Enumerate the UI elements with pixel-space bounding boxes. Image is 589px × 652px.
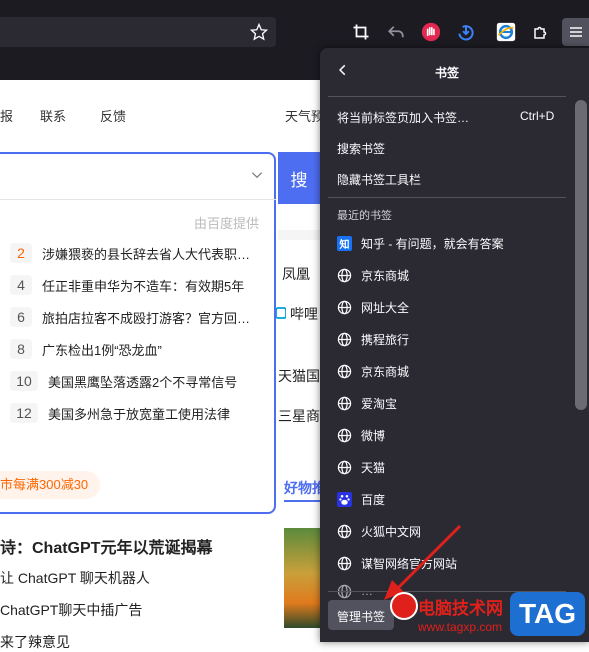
bookmark-label: 网址大全 xyxy=(361,300,410,315)
hot-list-item[interactable]: 12 美国多州急于放宽童工使用法律 xyxy=(10,403,230,423)
hot-title: 美国多州急于放宽童工使用法律 xyxy=(48,406,231,422)
puzzle-extension-icon[interactable] xyxy=(529,20,553,44)
bookmark-item[interactable]: 知 知乎 - 有问题，就会有答案 xyxy=(337,232,504,254)
source-note: 由百度提供 xyxy=(194,216,260,231)
bookmark-item[interactable]: 京东商城 xyxy=(337,264,409,286)
hot-rank: 10 xyxy=(10,371,38,391)
hot-rank: 2 xyxy=(10,243,32,263)
nav-link-bao[interactable]: 报 xyxy=(0,106,13,125)
bookmark-label: 携程旅行 xyxy=(361,332,410,347)
hamburger-menu-icon[interactable] xyxy=(562,18,589,46)
watermark-tag-badge: TAG xyxy=(510,592,585,636)
hot-list-item[interactable]: 10 美国黑鹰坠落透露2个不寻常信号 xyxy=(10,371,237,391)
scrollbar-thumb[interactable] xyxy=(575,100,587,410)
bookmark-item[interactable]: 天猫 xyxy=(337,456,385,478)
search-box[interactable] xyxy=(0,152,276,514)
red-arrow-annotation xyxy=(384,524,462,600)
bookmark-item[interactable]: 爱淘宝 xyxy=(337,392,397,414)
download-icon[interactable] xyxy=(454,20,478,44)
add-bookmark-item[interactable]: 将当前标签页加入书签… xyxy=(337,109,469,126)
search-button[interactable]: 搜 xyxy=(278,152,320,204)
undo-icon[interactable] xyxy=(384,20,408,44)
globe-icon xyxy=(337,524,352,539)
hot-rank: 4 xyxy=(10,275,32,295)
hot-list-item[interactable]: 6 旅拍店拉客不成殴打游客？官方回… xyxy=(10,307,250,327)
search-bookmarks-item[interactable]: 搜索书签 xyxy=(337,140,385,157)
divider xyxy=(328,197,566,198)
side-link-bilibili[interactable]: 哔哩 xyxy=(290,304,318,324)
hot-rank: 8 xyxy=(10,339,32,359)
hot-list-item[interactable]: 4 任正非重申华为不造车：有效期5年 xyxy=(10,275,244,295)
bookmark-label: 天猫 xyxy=(361,460,386,475)
hot-title: 广东检出1例“恐龙血” xyxy=(42,342,162,358)
manage-bookmarks-button[interactable]: 管理书签 xyxy=(328,600,394,630)
hand-shield-icon[interactable] xyxy=(419,20,443,44)
tab-underline xyxy=(284,500,320,502)
bookmark-item[interactable]: 京东商城 xyxy=(337,360,409,382)
hot-title: 任正非重申华为不造车：有效期5年 xyxy=(42,278,245,294)
url-bar[interactable] xyxy=(0,17,276,47)
divider xyxy=(0,199,276,200)
bookmark-label: 微博 xyxy=(361,428,386,443)
nav-link-feedback[interactable]: 反馈 xyxy=(100,106,126,125)
add-bookmark-shortcut: Ctrl+D xyxy=(520,109,555,123)
nav-link-weather[interactable]: 天气预 xyxy=(285,106,324,125)
hot-title: 涉嫌猥亵的县长辞去省人大代表职… xyxy=(42,246,251,262)
hide-bookmarks-toolbar-item[interactable]: 隐藏书签工具栏 xyxy=(337,171,421,188)
bookmark-star-icon[interactable] xyxy=(247,20,271,44)
globe-icon xyxy=(337,300,352,315)
divider xyxy=(328,96,566,97)
globe-icon xyxy=(337,268,352,283)
watermark-site-name: 电脑技术网 xyxy=(418,599,503,618)
globe-icon xyxy=(337,460,352,475)
hot-rank: 12 xyxy=(10,403,38,423)
bookmark-label: 知乎 - 有问题，就会有答案 xyxy=(361,236,504,251)
recent-bookmarks-heading: 最近的书签 xyxy=(337,210,392,222)
chevron-down-icon[interactable] xyxy=(250,168,264,187)
globe-icon xyxy=(337,556,352,571)
side-link-tmall-global[interactable]: 天猫国 xyxy=(278,366,320,386)
bookmark-label: 京东商城 xyxy=(361,364,410,379)
baidu-icon xyxy=(337,491,352,507)
news-link[interactable]: ChatGPT聊天中插广告 xyxy=(0,600,142,620)
hot-title: 美国黑鹰坠落透露2个不寻常信号 xyxy=(48,374,238,390)
bookmark-item[interactable]: 携程旅行 xyxy=(337,328,409,350)
watermark: 电脑技术网 www.tagxp.com TAG xyxy=(390,592,589,642)
bookmark-item[interactable]: 微博 xyxy=(337,424,385,446)
bookmark-label: 爱淘宝 xyxy=(361,396,398,411)
bookmark-label: 京东商城 xyxy=(361,268,410,283)
globe-icon xyxy=(337,364,352,379)
zhihu-icon: 知 xyxy=(337,235,352,251)
hot-title: 旅拍店拉客不成殴打游客？官方回… xyxy=(42,310,251,326)
ie-logo-icon[interactable] xyxy=(494,20,518,44)
crop-icon[interactable] xyxy=(349,20,373,44)
globe-icon xyxy=(337,396,352,411)
globe-icon xyxy=(337,428,352,443)
bookmark-item[interactable]: 百度 xyxy=(337,488,385,510)
manage-bookmarks-label: 管理书签 xyxy=(337,610,386,624)
product-image[interactable] xyxy=(284,528,320,628)
nav-link-contact[interactable]: 联系 xyxy=(40,106,66,125)
watermark-url: www.tagxp.com xyxy=(418,620,503,634)
side-link-fenghuang[interactable]: 凤凰 xyxy=(282,264,310,284)
hot-rank: 6 xyxy=(10,307,32,327)
globe-icon xyxy=(337,332,352,347)
promo-badge[interactable]: 市每满300减30 xyxy=(0,471,101,499)
divider xyxy=(278,230,320,240)
side-link-samsung[interactable]: 三星商 xyxy=(278,406,320,426)
bookmark-item[interactable]: 网址大全 xyxy=(337,296,409,318)
hot-list-item[interactable]: 2 涉嫌猥亵的县长辞去省人大代表职… xyxy=(10,243,250,263)
bilibili-icon xyxy=(275,305,287,324)
hot-list-item[interactable]: 8 广东检出1例“恐龙血” xyxy=(10,339,162,359)
news-link[interactable]: 来了辣意见 xyxy=(0,632,70,652)
watermark-logo-icon xyxy=(390,592,418,620)
bookmark-label: 百度 xyxy=(361,492,386,507)
news-link[interactable]: 让 ChatGPT 聊天机器人 xyxy=(0,568,150,588)
news-headline[interactable]: 诗：ChatGPT元年以荒诞揭幕 xyxy=(0,534,212,558)
panel-title: 书签 xyxy=(434,66,459,80)
